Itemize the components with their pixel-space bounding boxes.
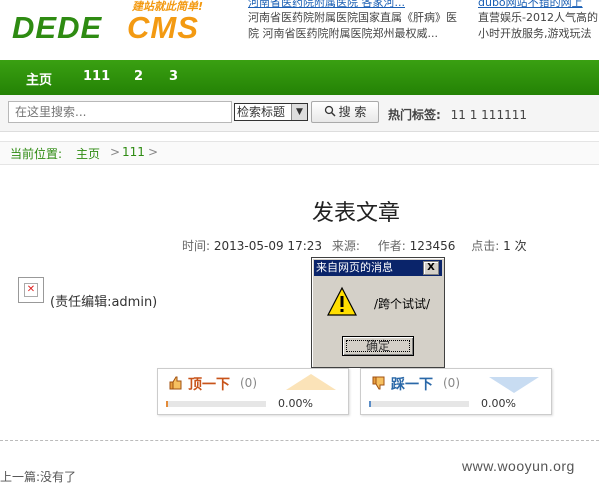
search-button[interactable]: 搜 索 bbox=[311, 101, 379, 123]
article-title: 发表文章 bbox=[311, 201, 400, 226]
vote-up-percent: 0.00% bbox=[278, 397, 313, 410]
hot-tags-label: 热门标签: bbox=[388, 108, 441, 122]
up-arrow-icon bbox=[286, 374, 336, 390]
broken-image-icon: ✕ bbox=[18, 277, 44, 303]
close-icon[interactable]: X bbox=[423, 261, 439, 275]
alert-dialog: 来自网页的消息 X /跨个试试/ 确定 bbox=[311, 257, 445, 368]
vote-up-box[interactable]: 顶一下 (0) 0.00% bbox=[157, 368, 349, 415]
ad-text[interactable]: 院 河南省医药院附属医院郑州最权威... bbox=[248, 25, 478, 41]
hits-label: 点击: bbox=[471, 239, 500, 253]
ad-text[interactable]: 小时开放服务,游戏玩法 bbox=[478, 25, 599, 41]
watermark: www.wooyun.org bbox=[462, 458, 575, 474]
chevron-down-icon[interactable]: ▼ bbox=[291, 104, 307, 120]
dialog-message: /跨个试试/ bbox=[374, 297, 431, 311]
search-type-value: 检索标题 bbox=[237, 105, 286, 119]
vote-down-box[interactable]: 踩一下 (0) 0.00% bbox=[360, 368, 552, 415]
hits-count: 1 bbox=[503, 239, 511, 253]
breadcrumb: 当前位置: 主页 > 111 > bbox=[0, 141, 599, 165]
search-bar: 检索标题 ▼ 搜 索 热门标签: 11 1 111111 bbox=[0, 95, 599, 132]
vote-up-label[interactable]: 顶一下 bbox=[188, 374, 230, 394]
search-button-label: 搜 索 bbox=[338, 105, 367, 119]
publish-time: 2013-05-09 17:23 bbox=[213, 239, 323, 253]
source-label: 来源: bbox=[331, 239, 360, 253]
search-icon bbox=[324, 105, 336, 117]
breadcrumb-item-home[interactable]: 主页 bbox=[76, 145, 100, 162]
hot-tags: 热门标签: 11 1 111111 bbox=[388, 106, 527, 123]
article-meta: 时间: 2013-05-09 17:23 来源: 作者: 123456 点击: … bbox=[182, 237, 527, 254]
vote-down-progress bbox=[369, 401, 469, 407]
divider bbox=[0, 440, 599, 441]
vote-down-count: (0) bbox=[443, 376, 460, 390]
editor-credit: (责任编辑:admin) bbox=[50, 295, 158, 310]
focus-ring bbox=[346, 340, 410, 352]
ad-text[interactable]: 直营娱乐-2012人气高的 bbox=[478, 9, 599, 25]
warning-icon bbox=[327, 286, 357, 316]
breadcrumb-separator: > bbox=[148, 145, 159, 159]
search-type-select[interactable]: 检索标题 ▼ bbox=[234, 103, 308, 121]
site-logo[interactable]: 建站就此简单! DEDE CMS bbox=[12, 0, 237, 48]
vote-down-label[interactable]: 踩一下 bbox=[391, 374, 433, 394]
ad-text[interactable]: 河南省医药院附属医院国家直属《肝病》医 bbox=[248, 9, 478, 25]
hot-tags-list[interactable]: 11 1 111111 bbox=[451, 108, 527, 122]
logo-text-dede: DEDE bbox=[12, 10, 103, 45]
author-name: 123456 bbox=[409, 239, 456, 253]
nav-item-111[interactable]: 111 bbox=[83, 69, 110, 84]
nav-item-3[interactable]: 3 bbox=[169, 69, 178, 84]
thumbs-down-icon bbox=[372, 376, 385, 390]
vote-down-percent: 0.00% bbox=[481, 397, 516, 410]
main-nav: 主页 111 2 3 bbox=[0, 60, 599, 95]
site-header: 建站就此简单! DEDE CMS 河南省医药院附属医院 各家河... 河南省医药… bbox=[0, 0, 599, 60]
breadcrumb-separator: > bbox=[110, 145, 121, 159]
thumbs-up-icon bbox=[169, 376, 182, 390]
breadcrumb-item-111[interactable]: 111 bbox=[122, 145, 145, 159]
nav-item-2[interactable]: 2 bbox=[134, 69, 143, 84]
logo-text-cms: CMS bbox=[127, 10, 199, 45]
ok-button[interactable]: 确定 bbox=[342, 336, 414, 356]
breadcrumb-prefix: 当前位置: bbox=[10, 147, 63, 161]
vote-up-progress bbox=[166, 401, 266, 407]
vote-up-count: (0) bbox=[240, 376, 257, 390]
time-label: 时间: bbox=[182, 239, 211, 253]
hits-unit: 次 bbox=[514, 239, 527, 253]
nav-item-home[interactable]: 主页 bbox=[26, 69, 52, 88]
author-label: 作者: bbox=[377, 239, 406, 253]
search-input[interactable] bbox=[8, 101, 232, 123]
down-arrow-icon bbox=[489, 377, 539, 393]
